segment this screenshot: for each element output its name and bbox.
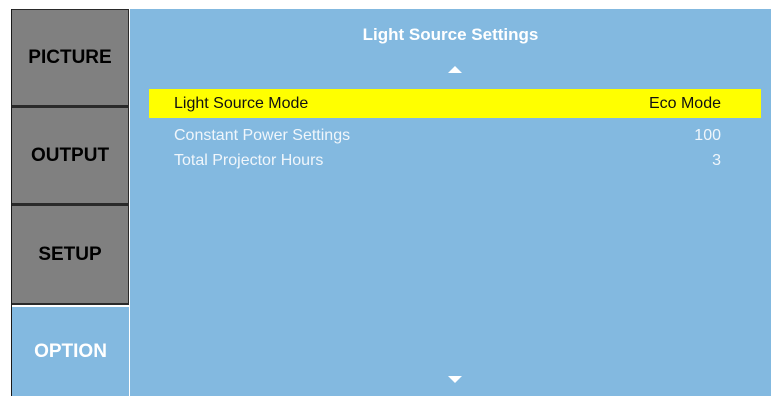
setting-row-total-hours[interactable]: Total Projector Hours 3 — [149, 146, 761, 175]
setting-value: 100 — [694, 126, 721, 144]
panel-title: Light Source Settings — [362, 25, 539, 44]
tab-output-label: OUTPUT — [30, 144, 110, 166]
settings-list: Light Source Mode Eco Mode Constant Powe… — [149, 89, 761, 175]
tab-picture-label: PICTURE — [28, 46, 112, 68]
tab-option-label: OPTION — [34, 340, 107, 362]
arrow-up-icon[interactable] — [448, 66, 462, 73]
settings-panel: Light Source Settings Light Source Mode … — [130, 9, 771, 396]
tab-setup[interactable]: SETUP — [12, 205, 129, 305]
arrow-down-icon[interactable] — [448, 376, 462, 383]
tab-picture[interactable]: PICTURE — [12, 9, 129, 107]
setting-value: Eco Mode — [648, 94, 721, 112]
tab-setup-label: SETUP — [38, 243, 102, 265]
setting-label: Light Source Mode — [174, 94, 309, 112]
menu-sidebar: PICTURE OUTPUT SETUP OPTION — [11, 9, 129, 396]
setting-label: Constant Power Settings — [174, 126, 351, 144]
tab-option[interactable]: OPTION — [12, 305, 129, 396]
osd-menu: PICTURE OUTPUT SETUP OPTION Light Source… — [0, 0, 771, 396]
setting-value: 3 — [712, 151, 721, 169]
setting-row-light-source-mode[interactable]: Light Source Mode Eco Mode — [149, 89, 761, 118]
setting-label: Total Projector Hours — [174, 151, 324, 169]
tab-output[interactable]: OUTPUT — [12, 107, 129, 205]
